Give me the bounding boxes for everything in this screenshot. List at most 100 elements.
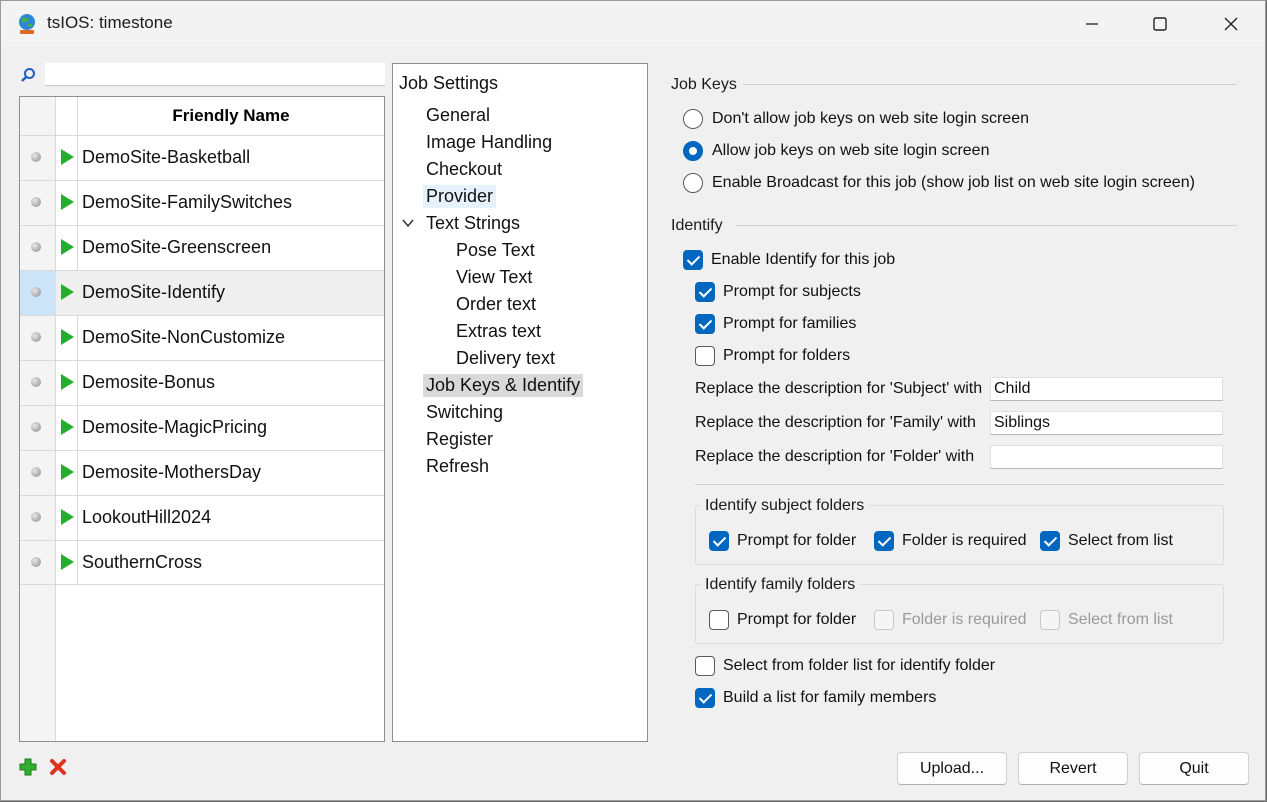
replace-folder-label: Replace the description for 'Folder' wit… — [695, 448, 975, 465]
radio-disallow-job-keys[interactable] — [683, 109, 703, 129]
prompt-folders-checkbox[interactable] — [695, 346, 715, 366]
play-icon — [61, 464, 74, 480]
app-globe-icon — [19, 14, 35, 34]
family-select-from-list-label: Select from list — [1068, 611, 1173, 628]
tree-item-text-strings[interactable]: Text Strings — [423, 212, 523, 235]
build-family-list-label[interactable]: Build a list for family members — [723, 689, 936, 707]
prompt-families-label[interactable]: Prompt for families — [723, 315, 856, 333]
family-select-from-list-checkbox — [1040, 610, 1060, 630]
identify-section-title: Identify — [671, 217, 723, 234]
play-icon — [61, 239, 74, 255]
job-row[interactable]: Demosite-MothersDay — [20, 450, 384, 495]
close-button[interactable] — [1208, 9, 1254, 39]
maximize-icon — [1153, 17, 1167, 31]
delete-job-icon[interactable] — [49, 758, 67, 776]
job-row-label: DemoSite-FamilySwitches — [82, 192, 293, 212]
tree-item-register[interactable]: Register — [423, 428, 496, 451]
family-prompt-folder-checkbox[interactable] — [709, 610, 729, 630]
job-row[interactable]: Demosite-MagicPricing — [20, 405, 384, 450]
job-row-label: Demosite-MagicPricing — [82, 417, 268, 437]
job-row-label: LookoutHill2024 — [82, 507, 212, 527]
tree-item-order-text[interactable]: Order text — [453, 293, 539, 316]
search-input[interactable] — [45, 63, 385, 86]
radio-allow-job-keys-label[interactable]: Allow job keys on web site login screen — [712, 142, 989, 160]
quit-button[interactable]: Quit — [1139, 752, 1249, 785]
enable-identify-checkbox[interactable] — [683, 250, 703, 270]
job-row-label: DemoSite-Basketball — [82, 147, 251, 167]
job-row-selected[interactable]: DemoSite-Identify — [20, 270, 384, 315]
radio-enable-broadcast-label[interactable]: Enable Broadcast for this job (show job … — [712, 174, 1195, 192]
job-row[interactable]: DemoSite-NonCustomize — [20, 315, 384, 360]
title-bar: tsIOS: timestone — [1, 1, 1265, 47]
subject-folder-required-label[interactable]: Folder is required — [902, 532, 1027, 550]
radio-allow-job-keys[interactable] — [683, 141, 703, 161]
subject-select-from-list-checkbox[interactable] — [1040, 531, 1060, 551]
job-row-label: DemoSite-NonCustomize — [82, 327, 286, 347]
tree-item-image-handling[interactable]: Image Handling — [423, 131, 555, 154]
job-row-label: DemoSite-Greenscreen — [82, 237, 272, 257]
play-icon — [61, 419, 74, 435]
job-row[interactable]: Demosite-Bonus — [20, 360, 384, 405]
tree-item-job-keys-identify[interactable]: Job Keys & Identify — [423, 374, 584, 397]
prompt-subjects-label[interactable]: Prompt for subjects — [723, 283, 861, 301]
tree-item-general[interactable]: General — [423, 104, 493, 127]
job-row[interactable]: LookoutHill2024 — [20, 495, 384, 540]
replace-family-field[interactable] — [990, 411, 1223, 435]
subject-select-from-list-label[interactable]: Select from list — [1068, 532, 1173, 550]
job-row-label: DemoSite-Identify — [82, 282, 226, 302]
play-icon — [61, 149, 74, 165]
select-folder-list-label[interactable]: Select from folder list for identify fol… — [723, 657, 995, 675]
replace-folder-field[interactable] — [990, 445, 1223, 469]
tree-item-view-text[interactable]: View Text — [453, 266, 535, 289]
status-dot-icon — [31, 512, 41, 522]
play-icon — [61, 554, 74, 570]
job-row[interactable]: SouthernCross — [20, 540, 384, 585]
radio-disallow-job-keys-label[interactable]: Don't allow job keys on web site login s… — [712, 110, 1029, 128]
tree-item-delivery-text[interactable]: Delivery text — [453, 347, 558, 370]
divider — [695, 484, 1224, 485]
tree-item-extras-text[interactable]: Extras text — [453, 320, 544, 343]
tree-item-refresh[interactable]: Refresh — [423, 455, 492, 478]
tree-item-pose-text[interactable]: Pose Text — [453, 239, 538, 262]
job-row-label: SouthernCross — [82, 552, 203, 572]
subject-folder-required-checkbox[interactable] — [874, 531, 894, 551]
app-window: tsIOS: timestone Friendly Name DemoSite-… — [0, 0, 1266, 801]
prompt-families-checkbox[interactable] — [695, 314, 715, 334]
replace-family-label: Replace the description for 'Family' wit… — [695, 414, 976, 431]
play-icon — [61, 284, 74, 300]
status-dot-icon — [31, 197, 41, 207]
status-dot-icon — [31, 467, 41, 477]
replace-subject-field[interactable] — [990, 377, 1223, 401]
build-family-list-checkbox[interactable] — [695, 688, 715, 708]
status-dot-icon — [31, 242, 41, 252]
add-job-icon[interactable] — [19, 758, 37, 776]
subject-prompt-folder-checkbox[interactable] — [709, 531, 729, 551]
settings-tree: Job Settings General Image Handling Chec… — [392, 63, 648, 742]
play-icon — [61, 509, 74, 525]
column-header-friendly-name[interactable]: Friendly Name — [78, 97, 384, 135]
enable-identify-label[interactable]: Enable Identify for this job — [711, 251, 895, 269]
tree-item-switching[interactable]: Switching — [423, 401, 506, 424]
select-folder-list-checkbox[interactable] — [695, 656, 715, 676]
replace-subject-label: Replace the description for 'Subject' wi… — [695, 380, 983, 397]
family-folders-title: Identify family folders — [701, 576, 860, 594]
revert-button[interactable]: Revert — [1018, 752, 1128, 785]
chevron-down-icon[interactable] — [401, 216, 415, 230]
tree-item-provider[interactable]: Provider — [423, 185, 497, 208]
family-prompt-folder-label[interactable]: Prompt for folder — [737, 611, 856, 629]
job-row[interactable]: DemoSite-Basketball — [20, 135, 384, 180]
prompt-subjects-checkbox[interactable] — [695, 282, 715, 302]
minimize-button[interactable] — [1069, 9, 1115, 39]
divider — [743, 84, 1237, 85]
status-dot-icon — [31, 287, 41, 297]
play-icon — [61, 194, 74, 210]
radio-enable-broadcast[interactable] — [683, 173, 703, 193]
prompt-folders-label[interactable]: Prompt for folders — [723, 347, 850, 365]
job-row[interactable]: DemoSite-FamilySwitches — [20, 180, 384, 225]
maximize-button[interactable] — [1137, 9, 1183, 39]
upload-button[interactable]: Upload... — [897, 752, 1007, 785]
tree-item-checkout[interactable]: Checkout — [423, 158, 505, 181]
subject-prompt-folder-label[interactable]: Prompt for folder — [737, 532, 856, 550]
tree-root-job-settings[interactable]: Job Settings — [396, 72, 501, 95]
job-row[interactable]: DemoSite-Greenscreen — [20, 225, 384, 270]
